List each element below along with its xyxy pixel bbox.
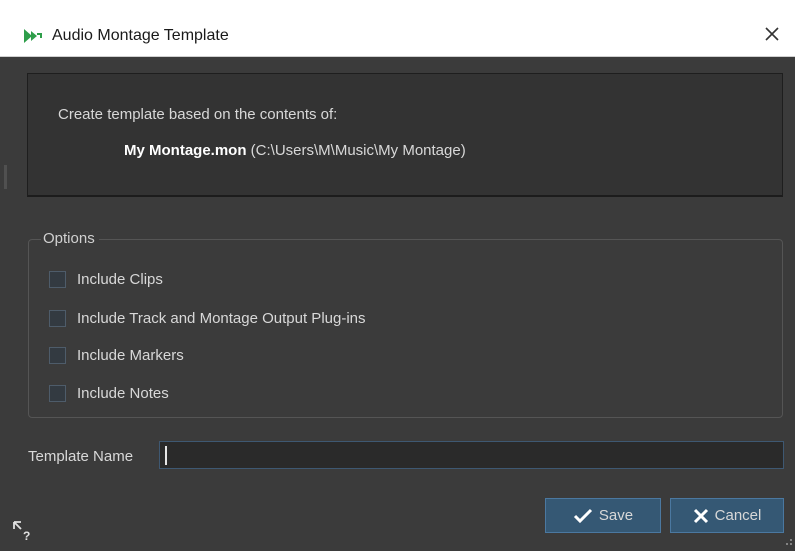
source-file-line: My Montage.mon (C:\Users\M\Music\My Mont… <box>124 142 466 159</box>
info-intro-text: Create template based on the contents of… <box>58 106 338 123</box>
include-markers-option[interactable]: Include Markers <box>49 344 184 366</box>
template-name-label: Template Name <box>28 448 134 465</box>
resize-grip[interactable] <box>785 533 793 545</box>
source-info-panel: Create template based on the contents of… <box>27 73 783 197</box>
window-top-edge <box>0 0 795 15</box>
checkmark-icon <box>573 508 593 524</box>
options-legend: Options <box>41 229 99 249</box>
include-plugins-option[interactable]: Include Track and Montage Output Plug-in… <box>49 307 366 329</box>
close-button[interactable] <box>759 23 785 49</box>
include-markers-checkbox[interactable] <box>49 346 66 364</box>
title-bar[interactable]: Audio Montage Template <box>0 15 795 57</box>
window-edge-mark <box>4 165 7 189</box>
cancel-button-label: Cancel <box>714 507 762 524</box>
options-group: Options Include Clips Include Track and … <box>28 229 783 418</box>
include-clips-label: Include Clips <box>77 270 163 288</box>
include-markers-label: Include Markers <box>77 346 184 364</box>
include-notes-option[interactable]: Include Notes <box>49 382 169 404</box>
close-icon <box>764 26 780 47</box>
include-plugins-label: Include Track and Montage Output Plug-in… <box>77 309 366 327</box>
include-clips-checkbox[interactable] <box>49 270 66 288</box>
include-notes-checkbox[interactable] <box>49 384 66 402</box>
include-plugins-checkbox[interactable] <box>49 309 66 327</box>
source-path: (C:\Users\M\Music\My Montage) <box>246 142 466 159</box>
include-clips-option[interactable]: Include Clips <box>49 268 163 290</box>
save-button[interactable]: Save <box>545 498 661 533</box>
text-cursor <box>165 446 167 465</box>
template-name-input[interactable] <box>159 441 784 469</box>
x-icon <box>693 508 709 524</box>
save-button-label: Save <box>598 507 634 524</box>
svg-text:?: ? <box>23 529 30 542</box>
include-notes-label: Include Notes <box>77 384 169 402</box>
wavelab-logo-icon <box>22 26 46 46</box>
cancel-button[interactable]: Cancel <box>670 498 784 533</box>
window-title: Audio Montage Template <box>52 27 229 44</box>
whats-this-help-icon[interactable]: ? <box>12 520 34 543</box>
source-filename: My Montage.mon <box>124 142 247 159</box>
